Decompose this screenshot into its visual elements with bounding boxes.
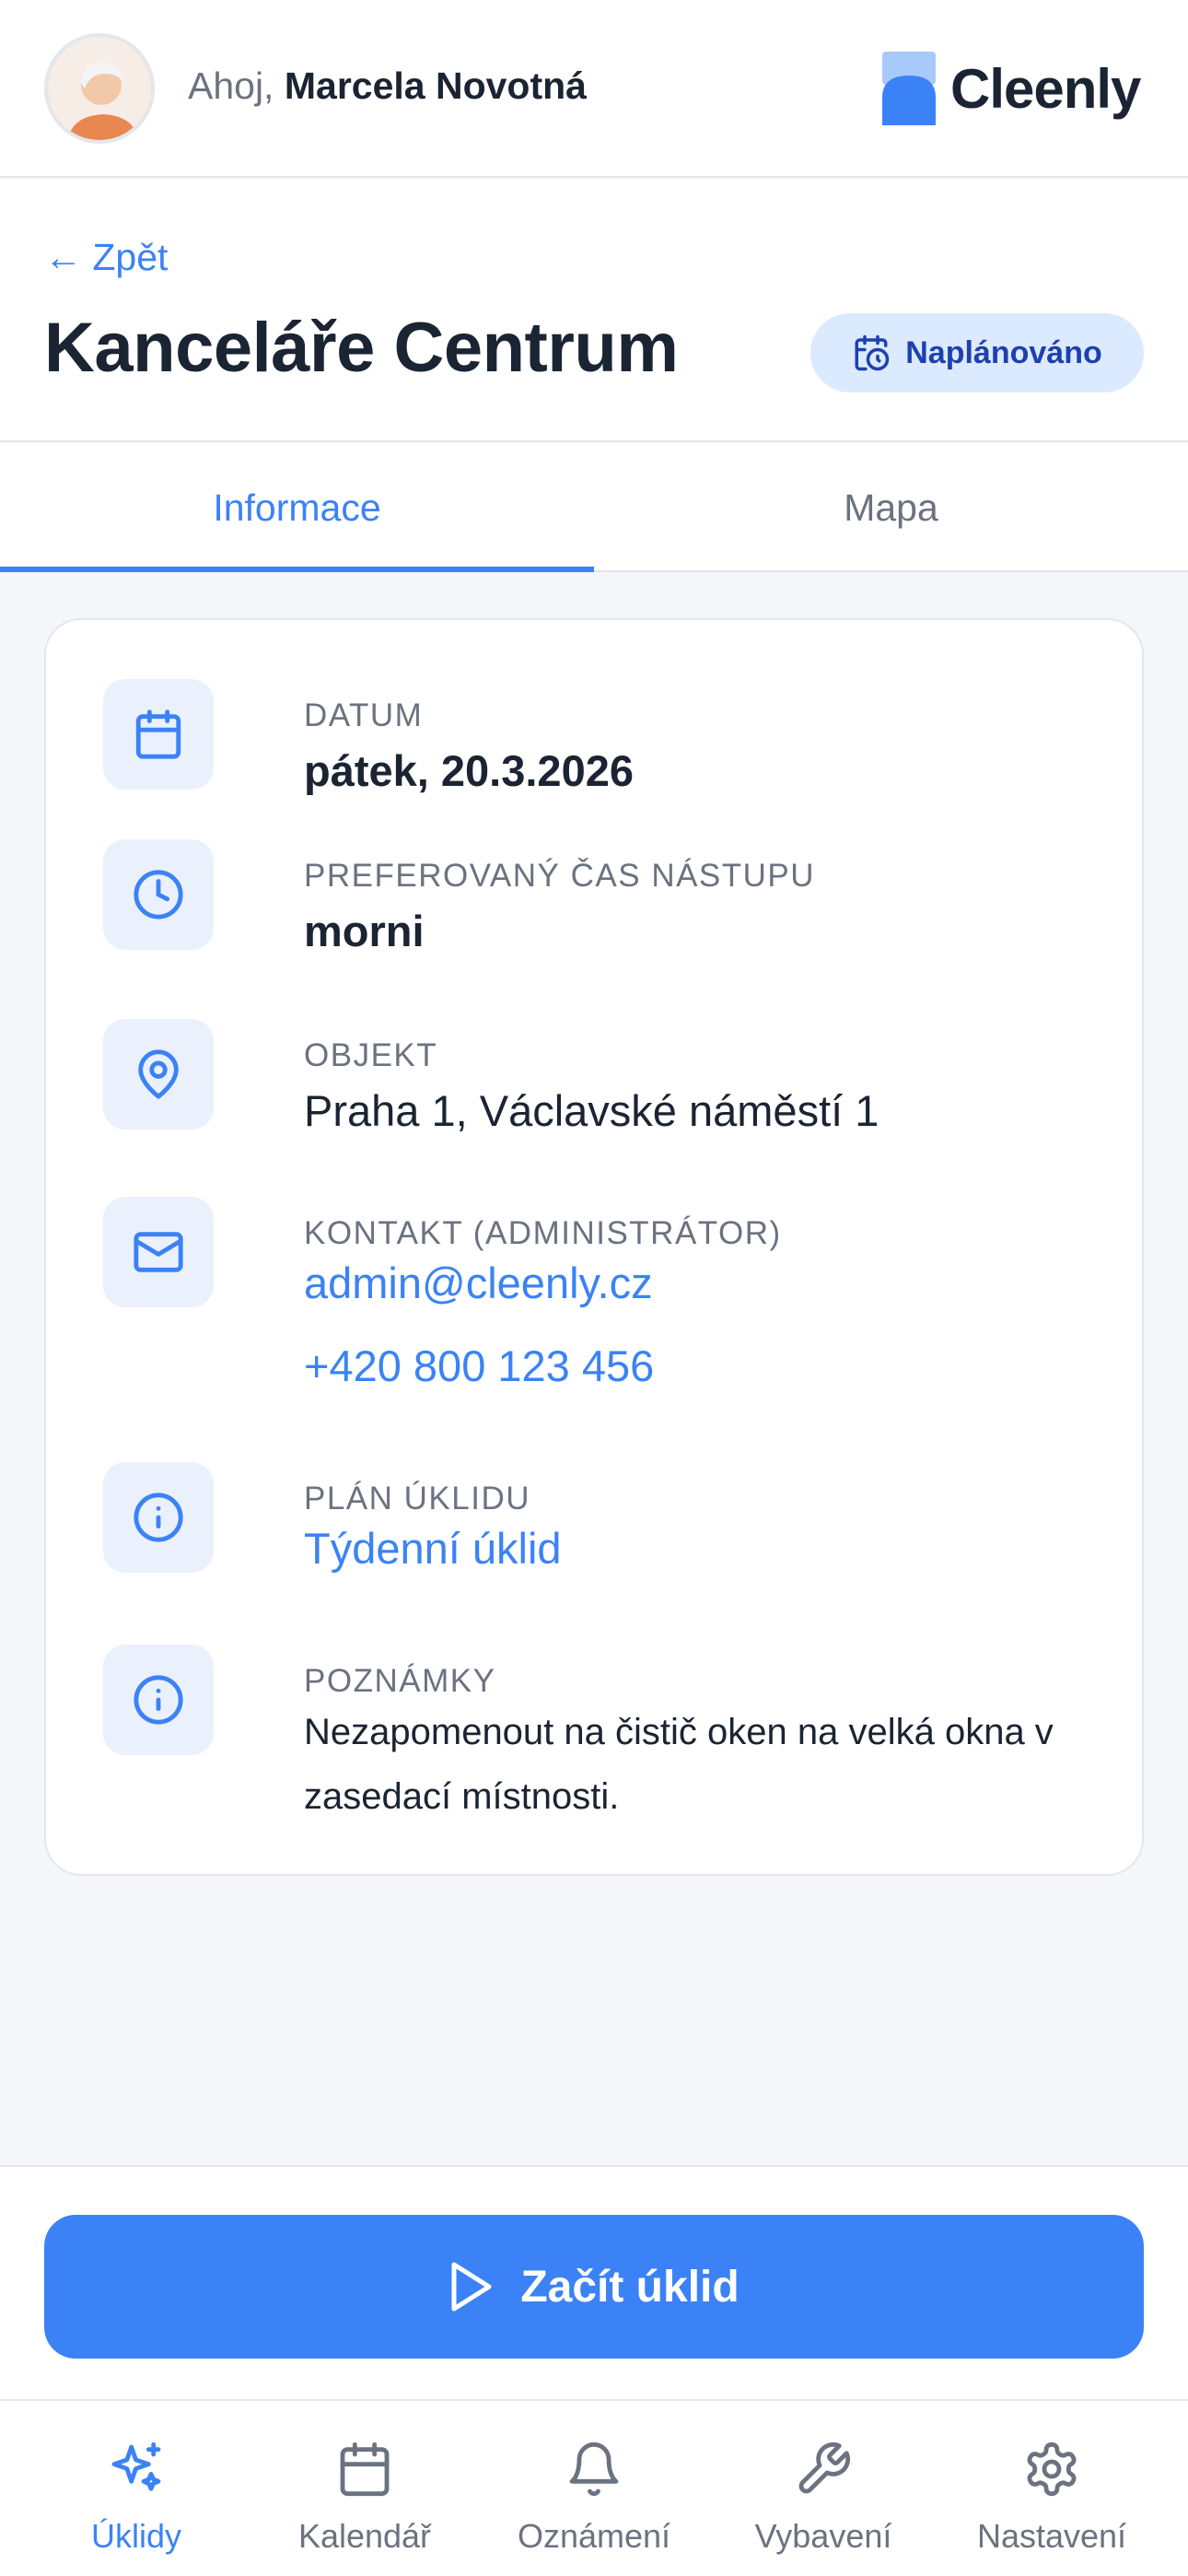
time-label: PREFEROVANÝ ČAS NÁSTUPU (304, 858, 816, 894)
object-value: Praha 1, Václavské náměstí 1 (304, 1086, 879, 1135)
contact-label: KONTAKT (ADMINISTRÁTOR) (304, 1215, 782, 1251)
detail-row-contact: KONTAKT (ADMINISTRÁTOR) admin@cleenly.cz… (103, 1197, 1098, 1409)
nav-item-kalendar[interactable]: Kalendář (246, 2401, 483, 2576)
plan-link[interactable]: Týdenní úklid (304, 1523, 562, 1574)
calendar-icon (340, 2441, 390, 2497)
active-tab-indicator (0, 567, 594, 572)
nav-item-oznameni[interactable]: Oznámení (475, 2401, 713, 2576)
notes-text: Nezapomenout na čistič oken na velká okn… (304, 1712, 1054, 1817)
status-badge: Naplánováno (810, 313, 1144, 392)
detail-card: DATUM pátek, 20.3.2026 PREFEROVANÝ ČAS N… (44, 618, 1144, 1876)
action-area: Začít úklid (0, 2165, 1188, 2399)
nav-label: Vybavení (754, 2517, 892, 2555)
detail-row-time: PREFEROVANÝ ČAS NÁSTUPU morni (103, 839, 1098, 955)
brand-logo: Cleenly (880, 50, 1141, 127)
greeting: Ahoj, Marcela Novotná (188, 64, 587, 108)
info-icon (103, 1462, 214, 1573)
bottom-nav: Úklidy Kalendář Oznámení Vybavení Nastav… (0, 2399, 1188, 2576)
calendar-icon (103, 679, 214, 790)
detail-row-notes: POZNÁMKY Nezapomenout na čistič oken na … (103, 1645, 1098, 1829)
back-link[interactable]: ← Zpět (44, 236, 168, 279)
tab-informace[interactable]: Informace (0, 443, 594, 572)
greeting-prefix: Ahoj, (188, 64, 274, 107)
contact-email-link[interactable]: admin@cleenly.cz (304, 1258, 653, 1308)
play-icon (451, 2262, 492, 2312)
detail-row-date: DATUM pátek, 20.3.2026 (103, 679, 1098, 795)
nav-label: Oznámení (517, 2517, 671, 2555)
time-value: morni (304, 907, 425, 955)
user-avatar-illustration (48, 37, 151, 140)
nav-item-nastaveni[interactable]: Nastavení (933, 2401, 1171, 2576)
object-label: OBJEKT (304, 1037, 438, 1073)
top-bar: Ahoj, Marcela Novotná Cleenly (0, 0, 1188, 178)
clock-icon (103, 839, 214, 950)
user-name: Marcela Novotná (284, 64, 587, 107)
info-icon (103, 1645, 214, 1755)
mail-icon (103, 1197, 214, 1307)
page-title: Kanceláře Centrum (44, 309, 679, 387)
wrench-icon (798, 2441, 851, 2494)
avatar[interactable] (44, 33, 155, 144)
nav-label: Úklidy (90, 2517, 181, 2555)
start-cleaning-button[interactable]: Začít úklid (44, 2215, 1144, 2359)
gear-icon (1027, 2441, 1077, 2497)
notes-label: POZNÁMKY (304, 1663, 496, 1699)
nav-item-vybaveni[interactable]: Vybavení (705, 2401, 942, 2576)
detail-row-plan: PLÁN ÚKLIDU Týdenní úklid (103, 1462, 1098, 1573)
tab-bar: Informace Mapa (0, 443, 1188, 572)
status-label: Naplánováno (905, 334, 1102, 370)
date-value: pátek, 20.3.2026 (304, 746, 634, 795)
nav-item-uklidy[interactable]: Úklidy (17, 2401, 255, 2576)
start-button-label: Začít úklid (520, 2262, 740, 2312)
plan-label: PLÁN ÚKLIDU (304, 1481, 531, 1516)
date-label: DATUM (304, 697, 424, 733)
sparkles-icon (111, 2441, 161, 2491)
contact-phone-link[interactable]: +420 800 123 456 (304, 1341, 654, 1391)
nav-label: Kalendář (297, 2517, 432, 2555)
calendar-clock-icon (855, 334, 890, 371)
brand-name: Cleenly (950, 57, 1141, 120)
page-header: ← Zpět Kanceláře Centrum Naplánováno (0, 179, 1188, 442)
brand-logo-icon (882, 52, 936, 125)
tab-mapa[interactable]: Mapa (594, 443, 1188, 572)
bell-icon (569, 2441, 619, 2497)
detail-row-object: OBJEKT Praha 1, Václavské náměstí 1 (103, 1019, 1098, 1135)
map-pin-icon (103, 1019, 214, 1130)
nav-label: Nastavení (976, 2517, 1127, 2555)
